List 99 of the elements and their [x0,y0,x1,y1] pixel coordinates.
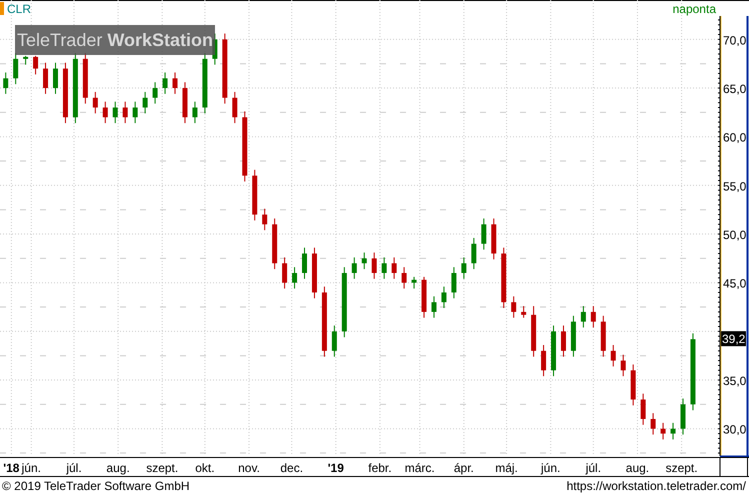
axis-label: júl. [66,461,82,475]
price-badge: 39,2 [721,331,746,346]
candle [441,286,446,309]
axis-label: 60,0 [723,130,746,145]
candle [620,354,626,377]
candle [402,266,407,290]
candle [13,52,18,85]
candle [461,256,466,280]
candle [432,296,436,318]
axis-label: 55,0 [723,179,746,194]
candle [660,422,666,440]
candle [302,247,307,280]
axis-label: 65,0 [723,82,746,96]
candle [182,82,188,124]
candle [152,82,158,104]
axis-label: jún. [22,461,41,475]
candle [352,256,357,280]
axis-label: nov. [238,461,260,475]
axis-label: szept. [146,461,178,475]
candle [511,296,516,318]
candle [162,72,168,94]
candle [382,256,387,280]
axis-label: 30,0 [723,422,746,437]
candle [670,422,676,440]
candle [282,256,288,290]
candle [362,252,367,270]
candle [392,256,397,280]
candle [640,393,646,426]
axis-label: 45,0 [723,276,746,291]
candle [560,325,566,358]
axis-label: jún. [541,461,560,475]
candle [590,306,596,328]
symbol-marker [0,2,4,15]
candle [112,101,118,124]
candle [242,110,248,182]
axis-label: aug. [106,461,130,475]
candle [132,101,138,124]
axis-label: dec. [280,461,304,475]
website-url: https://workstation.teletrader.com/ [566,478,746,492]
candle [252,169,258,221]
candle [600,315,606,358]
candle [650,412,656,436]
logo-banner: TeleTrader WorkStation [15,25,215,55]
candle [501,247,506,309]
candle [322,286,327,358]
candle [491,218,496,260]
copyright-text: © 2019 TeleTrader Software GmbH [2,478,190,492]
candle [232,91,238,124]
candle [610,344,616,367]
axis-label: aug. [626,461,650,475]
candle [72,52,78,124]
candle [192,101,198,124]
candle [551,325,556,377]
candle [332,325,337,358]
candle [481,218,486,250]
axis-label: 50,0 [723,228,746,242]
candle [3,72,8,94]
candle [580,306,586,328]
candle [570,315,576,358]
axis-label: ápr. [454,461,474,475]
candle [142,91,148,114]
candle [531,306,536,358]
candle [33,55,38,75]
candle [422,276,427,318]
axis-label: máj. [495,461,518,475]
candle [312,247,317,299]
symbol-label: CLR [7,2,32,16]
candle [222,33,228,104]
candle [372,252,377,280]
candle [172,72,178,94]
candle [62,62,68,124]
axis-label: 70,0 [723,33,746,48]
axis-label: febr. [368,461,392,475]
candle [342,266,347,338]
candle [122,101,128,124]
interval-label: naponta [672,2,716,16]
candle [292,266,298,290]
candle [202,52,208,114]
candle [521,306,526,318]
candle [92,91,98,114]
axis-label: márc. [404,461,435,475]
candle [451,266,456,299]
candle [43,62,48,94]
candle [262,208,268,231]
candle [82,52,88,104]
candle [541,344,546,377]
candle [680,398,686,436]
axis-label: 35,0 [723,374,746,388]
candle [412,276,417,290]
axis-label: szept. [666,461,698,475]
axis-label: '19 [328,461,344,475]
candle [102,101,108,124]
candle [630,364,636,406]
candle [471,237,476,270]
axis-label: okt. [195,461,215,475]
candle [53,62,58,94]
axis-label: júl. [586,461,602,475]
axis-label: '18 [3,461,20,475]
candle [272,218,278,270]
